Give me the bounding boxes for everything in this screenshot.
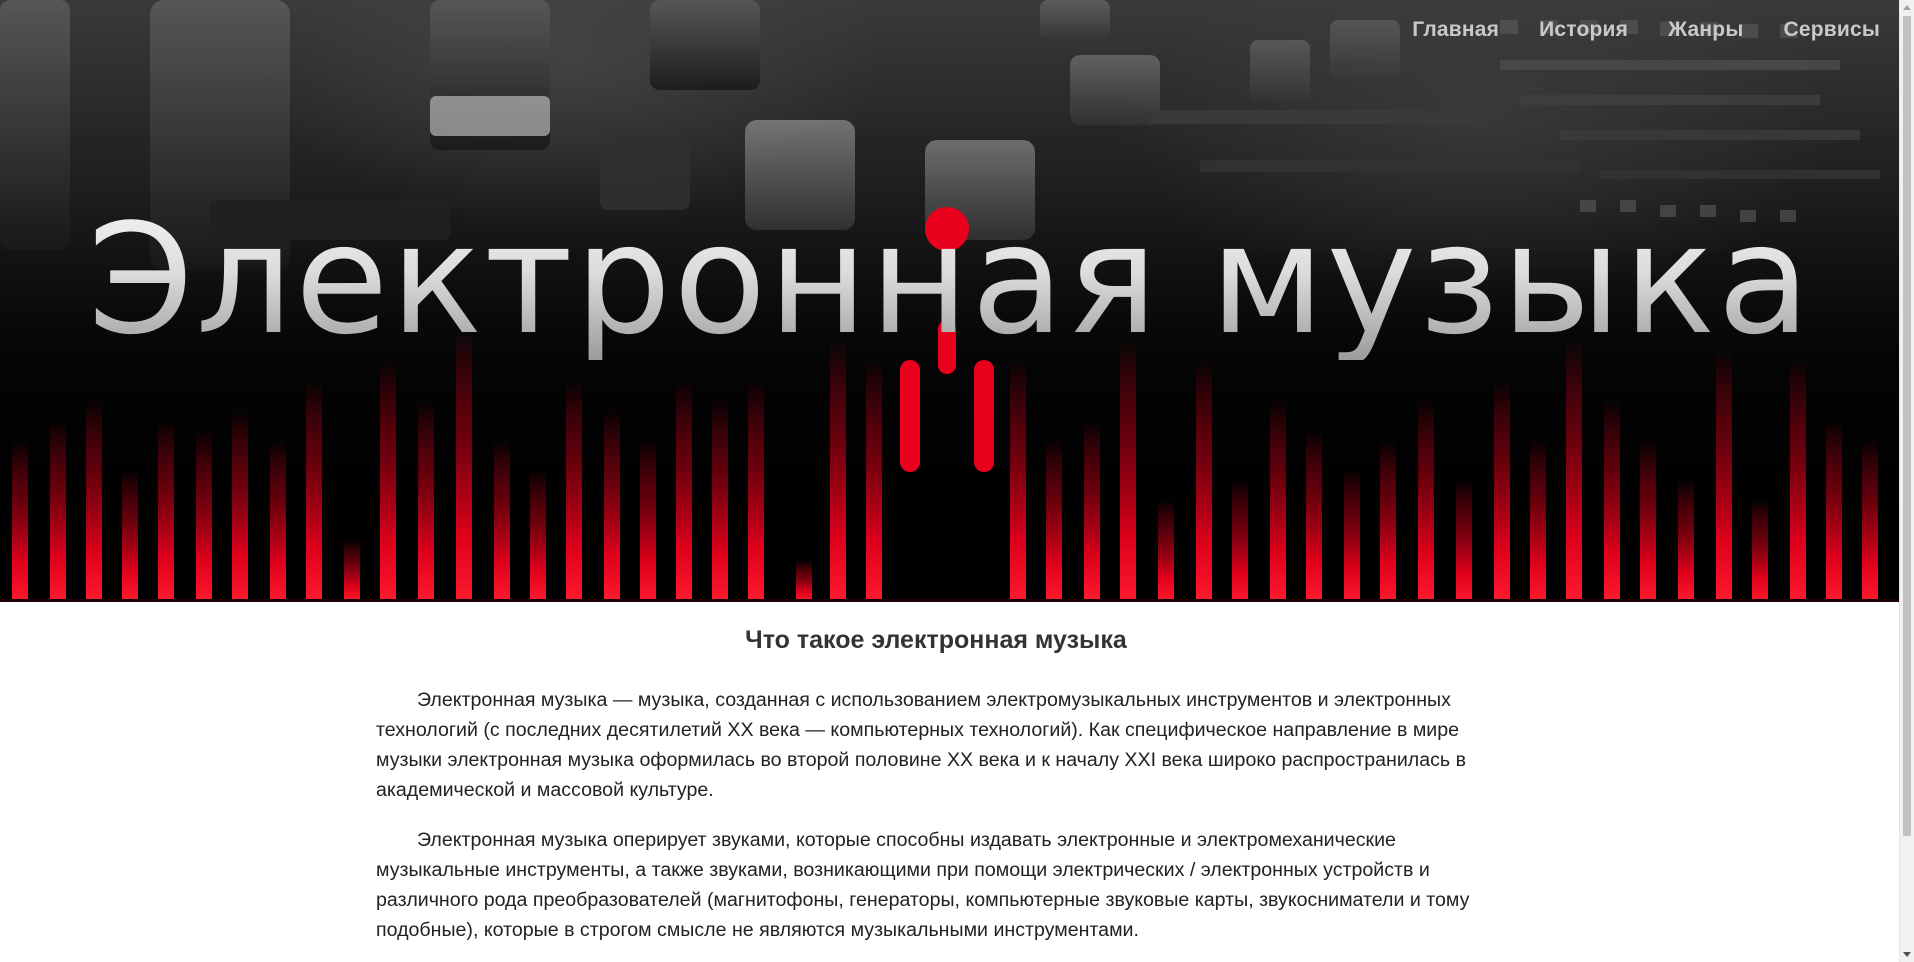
article: Что такое электронная музыка Электронная… xyxy=(376,602,1496,962)
vertical-scrollbar[interactable] xyxy=(1899,0,1914,962)
main-nav: Главная История Жанры Сервисы xyxy=(1412,18,1880,42)
hero-title: Электронная музыка xyxy=(0,200,1900,360)
article-paragraph: Электронная музыка — музыка, созданная с… xyxy=(376,689,1466,801)
scrollbar-thumb[interactable] xyxy=(1903,16,1911,836)
hero-banner: Главная История Жанры Сервисы Электронна… xyxy=(0,0,1900,602)
scroll-up-arrow-icon[interactable] xyxy=(1903,5,1911,10)
article-heading: Что такое электронная музыка xyxy=(745,626,1127,654)
nav-item-genres[interactable]: Жанры xyxy=(1668,18,1743,42)
scroll-down-arrow-icon[interactable] xyxy=(1903,952,1911,957)
nav-item-history[interactable]: История xyxy=(1539,18,1628,42)
page: Главная История Жанры Сервисы Электронна… xyxy=(0,0,1914,962)
article-paragraph: Электронная музыка оперирует звуками, ко… xyxy=(376,829,1470,941)
nav-item-home[interactable]: Главная xyxy=(1412,18,1499,42)
nav-item-services[interactable]: Сервисы xyxy=(1783,18,1880,42)
